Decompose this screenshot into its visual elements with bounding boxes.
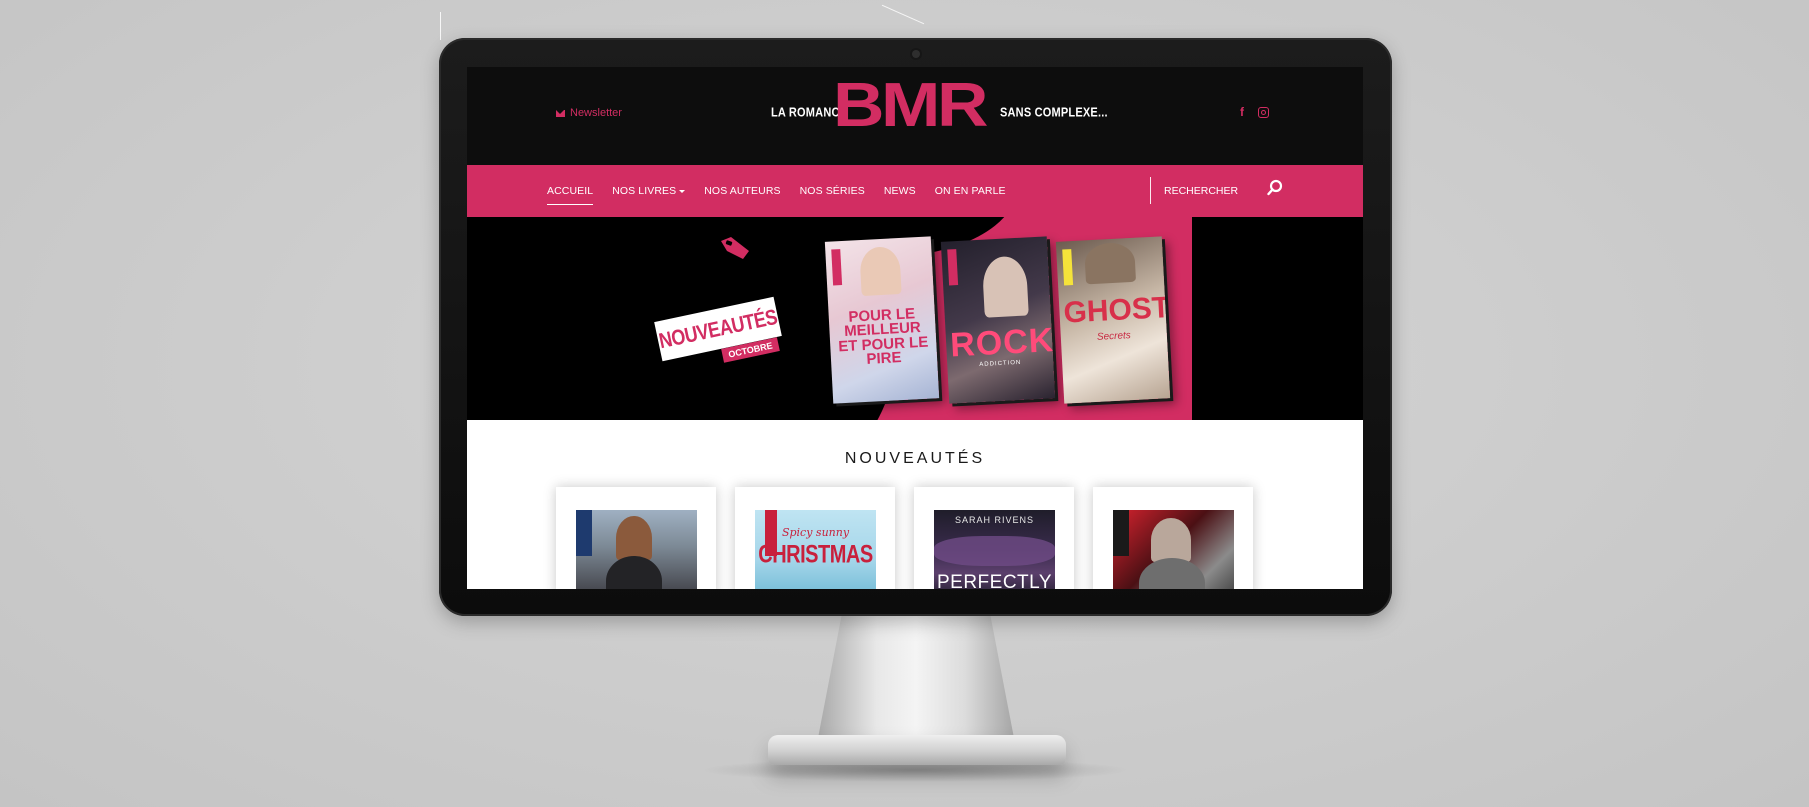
section-title: NOUVEAUTÉS [844,450,986,467]
author-band [1062,249,1074,286]
author-band [576,510,592,556]
newsletter-label: Newsletter [570,107,622,119]
nav-item-nos-series[interactable]: NOS SÉRIES [800,181,865,201]
book-author: SARAH RIVENS [954,515,1035,525]
cable-right [881,4,925,25]
new-releases-section: NOUVEAUTÉS Spicy sunny CHRISTMAS SARAH R… [467,420,1363,589]
nav-item-news[interactable]: NEWS [884,181,916,201]
book-title: PERFECTLY [936,572,1052,589]
hero-book-title: ROCK [949,321,1056,365]
author-band [1113,510,1129,556]
book-cover: Spicy sunny CHRISTMAS [755,510,876,589]
nav-divider [1150,177,1151,204]
hero-book-cover[interactable]: ROCK ADDICTION [940,236,1056,404]
website-screen: Newsletter LA ROMANCE BMR SANS COMPLEXE.… [467,67,1363,589]
nav-item-nos-auteurs[interactable]: NOS AUTEURS [704,181,780,201]
book-card[interactable] [1093,487,1253,589]
nav-item-nos-livres-label: NOS LIVRES [612,185,677,197]
cover-figure [606,556,662,589]
author-band [831,249,843,286]
hero-book-title: POUR LE MEILLEUR ET POUR LE PIRE [837,305,929,368]
hero-book-cover[interactable]: POUR LE MEILLEUR ET POUR LE PIRE [824,236,940,404]
hero-book-subtitle: Secrets [1096,330,1132,343]
newsletter-link[interactable]: Newsletter [556,107,622,119]
nav-item-on-en-parle[interactable]: ON EN PARLE [935,181,1006,201]
site-header: Newsletter LA ROMANCE BMR SANS COMPLEXE.… [467,67,1363,165]
nav-list: ACCUEIL NOS LIVRES NOS AUTEURS NOS SÉRIE… [547,165,1006,217]
instagram-icon[interactable] [1258,107,1269,118]
search-label[interactable]: RECHERCHER [1164,185,1238,197]
zipper-icon [721,237,749,259]
search-icon[interactable] [1267,179,1283,197]
book-card[interactable]: Spicy sunny CHRISTMAS [735,487,895,589]
hero-book-title: GHOST [1062,291,1171,330]
cover-figure [981,255,1029,318]
social-links: f [1240,105,1269,119]
cover-figure [1151,518,1191,562]
cover-figure [1084,241,1137,285]
hero-book-cover[interactable]: GHOST Secrets [1055,236,1171,404]
book-cover [1113,510,1234,589]
book-card[interactable]: SARAH RIVENS PERFECTLY [914,487,1074,589]
nav-item-accueil[interactable]: ACCUEIL [547,181,594,205]
cover-figure [859,246,902,297]
cable-left [440,12,443,40]
caret-down-icon [679,189,686,193]
book-cover [576,510,697,589]
book-cover: SARAH RIVENS PERFECTLY [934,510,1055,589]
site-logo[interactable]: BMR [833,75,988,137]
monitor-base [768,735,1066,765]
desktop-scene: Newsletter LA ROMANCE BMR SANS COMPLEXE.… [0,0,1809,807]
cover-figure [1139,558,1205,589]
book-kicker: Spicy sunny [781,526,850,539]
cover-flowers [934,536,1055,566]
nav-item-nos-livres[interactable]: NOS LIVRES [612,181,686,201]
book-card[interactable] [556,487,716,589]
hero-banner[interactable]: NOUVEAUTÉS OCTOBRE POUR LE MEILLEUR ET P… [467,217,1363,420]
webcam-icon [912,50,920,58]
main-navigation: ACCUEIL NOS LIVRES NOS AUTEURS NOS SÉRIE… [467,165,1363,217]
envelope-icon [556,109,565,117]
tagline-right: SANS COMPLEXE... [1000,106,1108,120]
author-band [947,249,959,286]
book-title: CHRISTMAS [758,541,873,569]
facebook-icon[interactable]: f [1240,105,1244,119]
cover-figure [616,516,652,560]
monitor-stand [818,616,1014,738]
